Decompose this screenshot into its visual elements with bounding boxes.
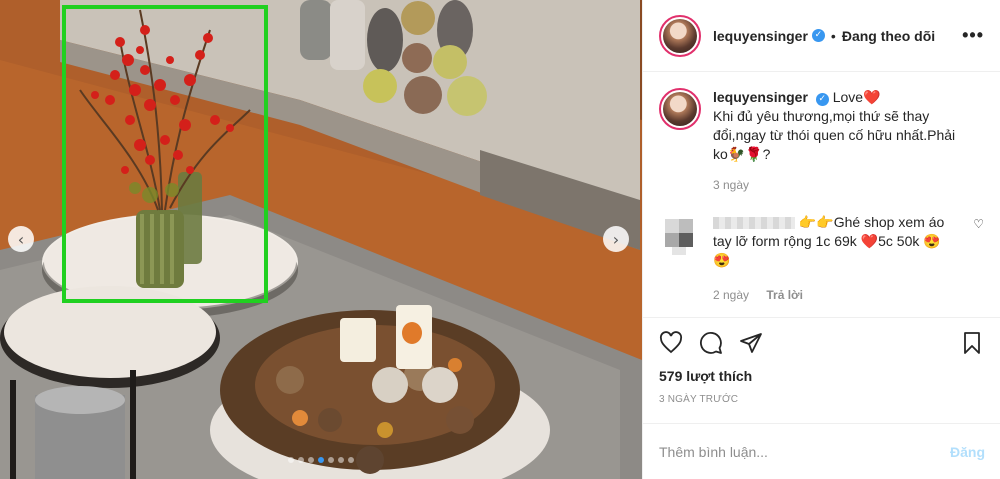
carousel-dot <box>298 457 304 463</box>
previous-slide-button[interactable]: ‹ <box>8 226 34 252</box>
comments-list[interactable]: lequyensinger ✓ Love❤️ Khi đủ yêu thương… <box>643 72 1000 318</box>
avatar[interactable] <box>659 14 701 57</box>
caption-row: lequyensinger ✓ Love❤️ Khi đủ yêu thương… <box>659 88 984 195</box>
caption-text: Khi đủ yêu thương,mọi thứ sẽ thay đổi,ng… <box>713 108 956 162</box>
likes-count[interactable]: 579 lượt thích <box>643 368 1000 384</box>
verified-badge-icon: ✓ <box>811 29 825 42</box>
heart-icon <box>659 331 683 354</box>
like-button[interactable] <box>659 331 683 355</box>
caption-first-line: Love❤️ <box>832 89 881 105</box>
post-date[interactable]: 3 NGÀY TRƯỚC <box>643 384 1000 405</box>
header-username[interactable]: lequyensinger <box>713 28 808 44</box>
comment-body: 👉👉Ghé shop xem áo tay lỡ form rộng 1c 69… <box>713 213 953 305</box>
carousel-dot <box>318 457 324 463</box>
next-slide-button[interactable]: › <box>603 226 629 252</box>
carousel-dot <box>308 457 314 463</box>
post-side-panel: lequyensinger ✓ • Đang theo dõi ••• lequ… <box>642 0 1000 479</box>
carousel-dot <box>328 457 334 463</box>
comment-button[interactable] <box>699 331 723 355</box>
post-comment-button[interactable]: Đăng <box>950 444 985 460</box>
carousel-dots <box>0 457 642 463</box>
caption: lequyensinger ✓ Love❤️ Khi đủ yêu thương… <box>713 88 973 195</box>
header-separator: • <box>830 27 836 44</box>
more-options-button[interactable]: ••• <box>962 25 984 46</box>
save-button[interactable] <box>960 331 984 355</box>
carousel-dot <box>348 457 354 463</box>
comment-meta: 2 ngày Trả lời <box>713 286 953 305</box>
list-item: 👉👉Ghé shop xem áo tay lỡ form rộng 1c 69… <box>659 213 984 305</box>
chevron-right-icon: › <box>612 229 620 249</box>
verified-badge-icon: ✓ <box>815 93 829 106</box>
post-photo[interactable]: ‹ › <box>0 0 642 479</box>
avatar[interactable] <box>659 88 701 130</box>
carousel-dot <box>338 457 344 463</box>
add-comment-bar: Đăng <box>643 423 1000 479</box>
chevron-left-icon: ‹ <box>17 229 25 249</box>
highlight-box <box>62 5 268 303</box>
comment-like-icon[interactable]: ♡ <box>973 213 984 305</box>
bookmark-icon <box>964 332 980 354</box>
action-bar <box>643 318 1000 368</box>
comment-input[interactable] <box>659 443 950 460</box>
caption-time[interactable]: 3 ngày <box>713 176 973 195</box>
comment-icon <box>700 332 722 354</box>
blurred-avatar[interactable] <box>659 213 701 255</box>
comment-time[interactable]: 2 ngày <box>713 288 749 302</box>
following-button[interactable]: Đang theo dõi <box>842 28 935 44</box>
caption-username[interactable]: lequyensinger <box>713 89 808 105</box>
carousel-dot <box>288 457 294 463</box>
post-header: lequyensinger ✓ • Đang theo dõi ••• <box>643 0 1000 72</box>
reply-button[interactable]: Trả lời <box>766 288 803 302</box>
blurred-username[interactable] <box>713 217 795 230</box>
share-button[interactable] <box>739 331 763 355</box>
send-icon <box>740 333 762 353</box>
